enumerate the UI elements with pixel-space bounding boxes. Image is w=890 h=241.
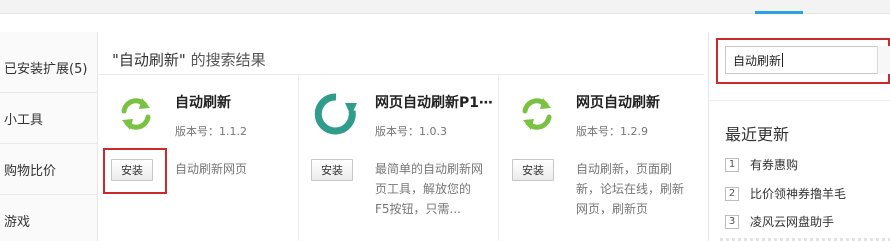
extension-description: 自动刷新，页面刷新，论坛在线，刷新网页，刷新页 (576, 162, 685, 216)
search-results-suffix: 的搜索结果 (185, 51, 266, 69)
recent-item-label: 凌风云网盘助手 (750, 215, 835, 229)
category-sidebar: 已安装扩展(5) 小工具 购物比价 游戏 (0, 32, 98, 241)
extension-description: 最简单的自动刷新网页工具，解放您的F5按钮，只需... (375, 162, 484, 216)
green-refresh-icon (512, 89, 562, 139)
extension-card: 网页自动刷新P1⋯ 版本号：1.0.3 安装 最简单的自动刷新网页工具，解放您的… (299, 75, 499, 241)
search-input[interactable]: 自动刷新 (725, 46, 885, 74)
recent-item[interactable]: 2 比价领神券撸羊毛 (725, 185, 846, 202)
sidebar-item-shopping[interactable]: 购物比价 (0, 144, 98, 195)
recent-item-label: 有券惠购 (750, 158, 799, 172)
recent-updates-title: 最近更新 (725, 125, 790, 144)
green-refresh-icon (111, 89, 161, 139)
install-button[interactable]: 安装 (311, 159, 353, 181)
recent-item[interactable]: 1 有券惠购 (725, 156, 798, 173)
search-query-text: "自动刷新" (112, 51, 186, 69)
extension-version: 版本号：1.0.3 (375, 125, 447, 138)
extension-description: 自动刷新网页 (175, 162, 248, 176)
teal-circular-arrow-icon (311, 89, 361, 139)
sidebar-item-installed[interactable]: 已安装扩展(5) (0, 42, 98, 93)
top-bar (0, 0, 890, 14)
divider (709, 100, 890, 101)
extension-version: 版本号：1.2.9 (576, 125, 648, 138)
sidebar-item-games[interactable]: 游戏 (0, 195, 98, 241)
extension-name[interactable]: 自动刷新 (175, 92, 295, 112)
sidebar-item-tools[interactable]: 小工具 (0, 93, 98, 144)
extension-name[interactable]: 网页自动刷新P1⋯ (375, 92, 495, 112)
sidebar-item-label: 已安装扩展(5) (4, 61, 88, 77)
recent-item-label: 比价领神券撸羊毛 (750, 187, 847, 201)
install-button[interactable]: 安装 (512, 159, 554, 181)
recent-item[interactable]: 3 凌风云网盘助手 (725, 213, 834, 230)
extension-name[interactable]: 网页自动刷新 (576, 92, 696, 112)
rank-number: 2 (725, 186, 739, 201)
extension-card: 网页自动刷新 版本号：1.2.9 安装 自动刷新，页面刷新，论坛在线，刷新网页，… (500, 75, 700, 241)
text-cursor (782, 53, 784, 67)
active-tab-indicator (755, 11, 803, 14)
sidebar-item-label: 购物比价 (4, 163, 57, 179)
search-results-title: "自动刷新" 的搜索结果 (112, 49, 266, 70)
extension-version: 版本号：1.1.2 (175, 125, 247, 138)
sidebar-item-label: 游戏 (4, 215, 31, 230)
sidebar-item-label: 小工具 (4, 112, 44, 128)
search-input-value: 自动刷新 (733, 53, 782, 68)
install-highlight-box (103, 148, 167, 194)
search-button[interactable] (877, 46, 890, 74)
rank-number: 1 (725, 157, 739, 172)
rank-number: 3 (725, 214, 739, 229)
